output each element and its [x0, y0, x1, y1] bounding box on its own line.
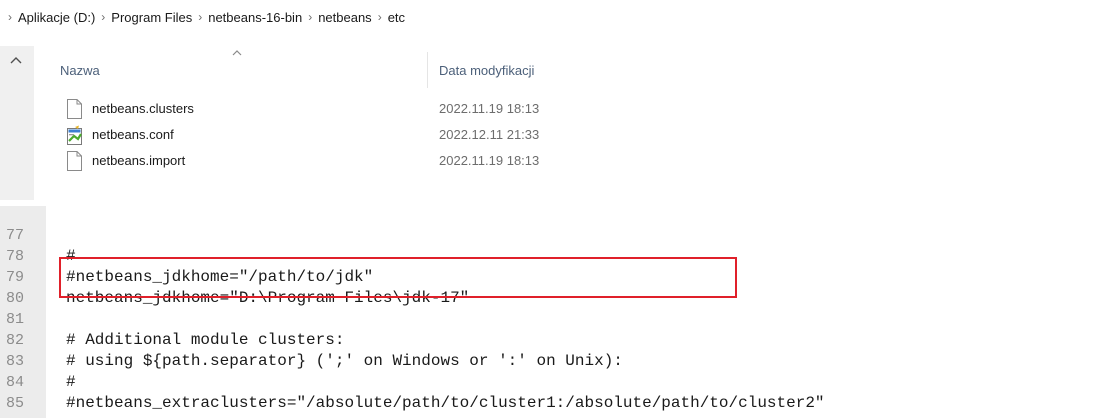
breadcrumb-separator[interactable]: › [198, 10, 202, 24]
breadcrumb-item-etc[interactable]: etc [388, 10, 405, 25]
file-date: 2022.11.19 18:13 [439, 101, 540, 116]
breadcrumb-separator: › [8, 10, 12, 24]
code-line[interactable]: 83 # [0, 332, 1114, 391]
breadcrumb-item-netbeans[interactable]: netbeans [318, 10, 372, 25]
file-date: 2022.11.19 18:13 [439, 153, 540, 168]
sort-ascending-icon [232, 50, 242, 56]
code-line[interactable]: 77 # [0, 206, 1114, 265]
file-list: netbeans.clusters 2022.11.19 18:13 netbe… [34, 96, 634, 174]
file-name: netbeans.conf [92, 127, 174, 142]
line-text[interactable]: #netbeans_extraclusters="/absolute/path/… [66, 393, 825, 413]
breadcrumb-item-program-files[interactable]: Program Files [111, 10, 192, 25]
file-name: netbeans.import [92, 153, 186, 168]
file-explorer: › Aplikacje (D:) › Program Files › netbe… [0, 0, 1114, 200]
code-line[interactable]: 78 #netbeans_jdkhome="/path/to/jdk" [0, 227, 1114, 286]
breadcrumb-item-drive[interactable]: Aplikacje (D:) [18, 10, 95, 25]
text-file-icon [67, 99, 82, 119]
breadcrumb-item-netbeans-bin[interactable]: netbeans-16-bin [208, 10, 302, 25]
code-line[interactable]: 85 [0, 374, 1114, 412]
breadcrumb-separator[interactable]: › [308, 10, 312, 24]
config-file-icon [67, 125, 82, 145]
nav-pane-scrollbar[interactable] [0, 46, 34, 200]
breadcrumb-separator[interactable]: › [101, 10, 105, 24]
column-header-name[interactable]: Nazwa [60, 63, 100, 78]
column-header-row: Nazwa Data modyfikacji [34, 46, 634, 92]
highlight-annotation-box [59, 257, 737, 298]
breadcrumb-separator[interactable]: › [378, 10, 382, 24]
file-row[interactable]: netbeans.clusters 2022.11.19 18:13 [34, 96, 634, 122]
file-name: netbeans.clusters [92, 101, 194, 116]
code-editor[interactable]: 77 # 78 #netbeans_jdkhome="/path/to/jdk"… [0, 206, 1114, 418]
code-line[interactable]: 84 #netbeans_extraclusters="/absolute/pa… [0, 353, 1114, 412]
line-number: 85 [6, 395, 25, 412]
breadcrumb: › Aplikacje (D:) › Program Files › netbe… [0, 0, 405, 34]
code-line[interactable]: 82 # using ${path.separator} (';' on Win… [0, 311, 1114, 370]
file-row[interactable]: netbeans.import 2022.11.19 18:13 [34, 148, 634, 174]
column-header-date[interactable]: Data modyfikacji [439, 63, 534, 78]
file-row[interactable]: netbeans.conf 2022.12.11 21:33 [34, 122, 634, 148]
column-divider[interactable] [427, 52, 428, 88]
scroll-up-arrow-icon[interactable] [10, 56, 22, 64]
file-date: 2022.12.11 21:33 [439, 127, 540, 142]
text-file-icon [67, 151, 82, 171]
